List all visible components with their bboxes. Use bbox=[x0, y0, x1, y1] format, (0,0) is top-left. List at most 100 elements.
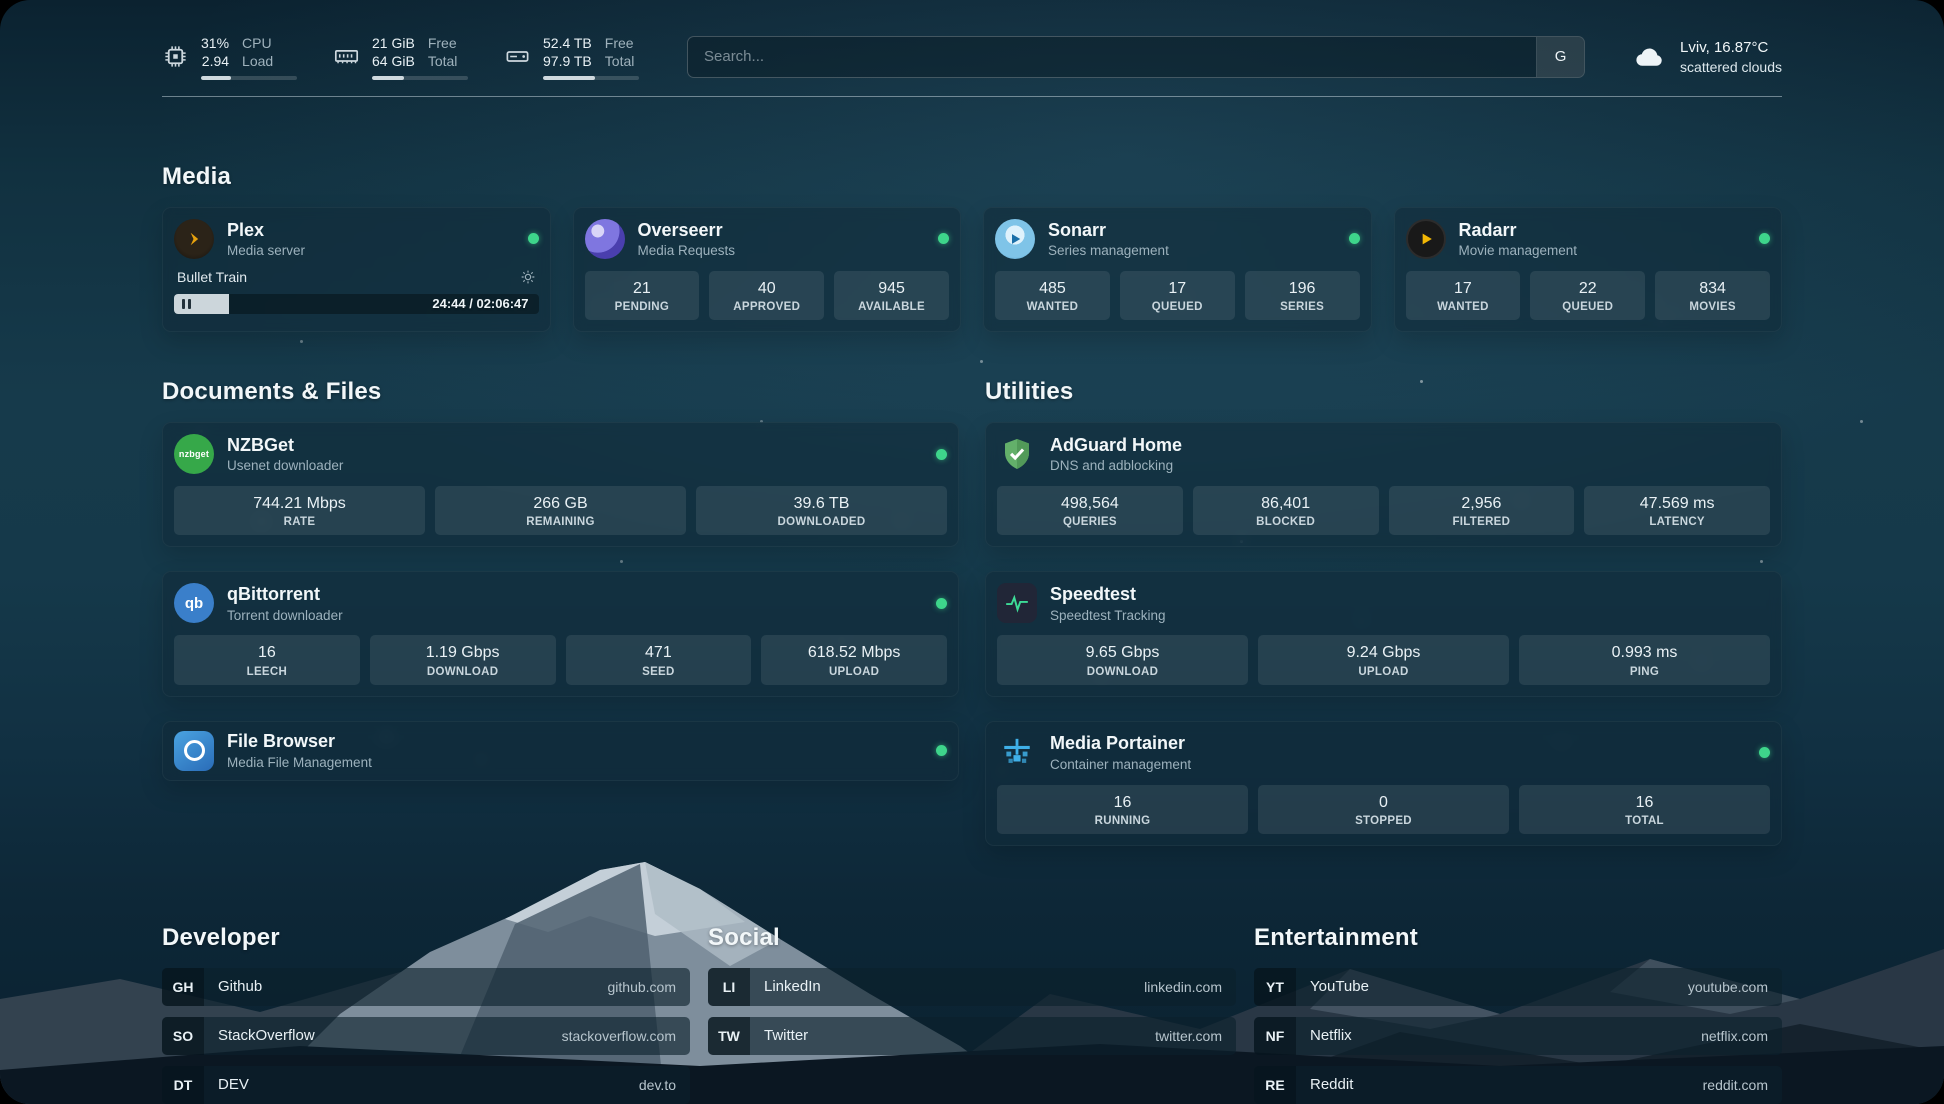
service-card-sonarr[interactable]: Sonarr Series management 485 WANTED 17 Q… bbox=[983, 207, 1372, 332]
stat-box: 47.569 ms LATENCY bbox=[1584, 486, 1770, 535]
stat-label: LATENCY bbox=[1586, 516, 1768, 528]
memory-usage-bar bbox=[372, 76, 468, 80]
dashboard-screen: 31% 2.94 CPU Load bbox=[0, 0, 1944, 1104]
search-input[interactable] bbox=[688, 37, 1536, 77]
system-monitors: 31% 2.94 CPU Load bbox=[162, 34, 639, 80]
service-card-adguard[interactable]: AdGuard Home DNS and adblocking 498,564 … bbox=[985, 422, 1782, 547]
section-documents: Documents & Files nzbget NZBGet Usenet d… bbox=[162, 378, 959, 846]
service-card-qbittorrent[interactable]: qb qBittorrent Torrent downloader 16 LEE… bbox=[162, 571, 959, 696]
service-title: Overseerr bbox=[638, 220, 736, 241]
stat-box: 17 WANTED bbox=[1406, 271, 1521, 320]
stat-value: 2,956 bbox=[1391, 494, 1573, 513]
stat-box: 9.65 Gbps DOWNLOAD bbox=[997, 635, 1248, 684]
overseerr-icon bbox=[585, 219, 625, 259]
stat-value: 471 bbox=[568, 643, 750, 662]
section-entertainment: Entertainment YT YouTube youtube.com NF … bbox=[1254, 924, 1782, 1104]
pause-icon[interactable] bbox=[182, 299, 191, 309]
topbar-divider bbox=[162, 96, 1782, 97]
stat-label: AVAILABLE bbox=[836, 301, 947, 313]
stat-box: 40 APPROVED bbox=[709, 271, 824, 320]
service-card-radarr[interactable]: Radarr Movie management 17 WANTED 22 QUE… bbox=[1394, 207, 1783, 332]
section-title-entertainment: Entertainment bbox=[1254, 924, 1782, 952]
bookmark-row-netflix[interactable]: NF Netflix netflix.com bbox=[1254, 1017, 1782, 1055]
stat-label: UPLOAD bbox=[763, 666, 945, 678]
bookmark-row-youtube[interactable]: YT YouTube youtube.com bbox=[1254, 968, 1782, 1006]
twitter-icon: TW bbox=[708, 1017, 750, 1055]
stat-label: QUERIES bbox=[999, 516, 1181, 528]
bookmark-row-twitter[interactable]: TW Twitter twitter.com bbox=[708, 1017, 1236, 1055]
section-title-utilities: Utilities bbox=[985, 378, 1782, 406]
section-utilities: Utilities AdGuard Home bbox=[985, 378, 1782, 846]
reddit-icon: RE bbox=[1254, 1066, 1296, 1104]
stat-value: 40 bbox=[711, 279, 822, 298]
memory-total-value: 64 GiB bbox=[372, 52, 415, 70]
bookmark-row-github[interactable]: GH Github github.com bbox=[162, 968, 690, 1006]
radarr-icon bbox=[1406, 219, 1446, 259]
disk-total-label: Total bbox=[605, 52, 635, 70]
stat-label: STOPPED bbox=[1260, 815, 1507, 827]
stat-label: QUEUED bbox=[1122, 301, 1233, 313]
service-card-filebrowser[interactable]: File Browser Media File Management bbox=[162, 721, 959, 781]
bookmark-url: netflix.com bbox=[1701, 1028, 1768, 1044]
stat-box: 471 SEED bbox=[566, 635, 752, 684]
bookmark-row-linkedin[interactable]: LI LinkedIn linkedin.com bbox=[708, 968, 1236, 1006]
qbittorrent-icon: qb bbox=[174, 583, 214, 623]
bookmark-row-reddit[interactable]: RE Reddit reddit.com bbox=[1254, 1066, 1782, 1104]
bookmark-name: Netflix bbox=[1310, 1027, 1352, 1044]
bookmark-url: linkedin.com bbox=[1144, 979, 1222, 995]
bookmark-name: DEV bbox=[218, 1076, 249, 1093]
memory-total-label: Total bbox=[428, 52, 458, 70]
service-card-plex[interactable]: Plex Media server Bullet Train bbox=[162, 207, 551, 332]
disk-free-value: 52.4 TB bbox=[543, 34, 592, 52]
weather-widget: Lviv, 16.87°C scattered clouds bbox=[1633, 38, 1782, 76]
bookmark-url: stackoverflow.com bbox=[562, 1028, 676, 1044]
stat-box: 9.24 Gbps UPLOAD bbox=[1258, 635, 1509, 684]
stat-label: LEECH bbox=[176, 666, 358, 678]
cpu-icon bbox=[162, 43, 189, 70]
service-subtitle: Container management bbox=[1050, 757, 1191, 772]
stat-box: 22 QUEUED bbox=[1530, 271, 1645, 320]
stat-label: REMAINING bbox=[437, 516, 684, 528]
status-dot bbox=[1349, 233, 1360, 244]
stat-label: DOWNLOAD bbox=[372, 666, 554, 678]
stat-value: 86,401 bbox=[1195, 494, 1377, 513]
bookmark-row-stackoverflow[interactable]: SO StackOverflow stackoverflow.com bbox=[162, 1017, 690, 1055]
stat-label: FILTERED bbox=[1391, 516, 1573, 528]
service-card-nzbget[interactable]: nzbget NZBGet Usenet downloader 744.21 M… bbox=[162, 422, 959, 547]
stat-box: 834 MOVIES bbox=[1655, 271, 1770, 320]
section-developer: Developer GH Github github.com SO StackO… bbox=[162, 924, 690, 1104]
bookmark-url: youtube.com bbox=[1688, 979, 1768, 995]
netflix-icon: NF bbox=[1254, 1017, 1296, 1055]
bookmark-name: LinkedIn bbox=[764, 978, 821, 995]
stat-label: WANTED bbox=[1408, 301, 1519, 313]
service-title: AdGuard Home bbox=[1050, 435, 1182, 456]
memory-monitor: 21 GiB 64 GiB Free Total bbox=[333, 34, 468, 80]
stat-label: TOTAL bbox=[1521, 815, 1768, 827]
youtube-icon: YT bbox=[1254, 968, 1296, 1006]
stat-value: 1.19 Gbps bbox=[372, 643, 554, 662]
stat-label: RUNNING bbox=[999, 815, 1246, 827]
status-dot bbox=[936, 598, 947, 609]
disk-free-label: Free bbox=[605, 34, 635, 52]
bookmark-url: twitter.com bbox=[1155, 1028, 1222, 1044]
stat-value: 17 bbox=[1408, 279, 1519, 298]
stat-box: 485 WANTED bbox=[995, 271, 1110, 320]
stat-value: 9.65 Gbps bbox=[999, 643, 1246, 662]
speedtest-icon bbox=[997, 583, 1037, 623]
hdd-icon bbox=[504, 43, 531, 70]
gear-icon[interactable] bbox=[520, 269, 536, 285]
disk-total-value: 97.9 TB bbox=[543, 52, 592, 70]
disk-usage-bar bbox=[543, 76, 639, 80]
memory-free-label: Free bbox=[428, 34, 458, 52]
search-provider-button[interactable]: G bbox=[1536, 37, 1584, 77]
stat-box: 39.6 TB DOWNLOADED bbox=[696, 486, 947, 535]
nzbget-icon: nzbget bbox=[174, 434, 214, 474]
service-card-speedtest[interactable]: Speedtest Speedtest Tracking 9.65 Gbps D… bbox=[985, 571, 1782, 696]
stat-label: RATE bbox=[176, 516, 423, 528]
service-card-overseerr[interactable]: Overseerr Media Requests 21 PENDING 40 A… bbox=[573, 207, 962, 332]
service-card-portainer[interactable]: Media Portainer Container management 16 … bbox=[985, 721, 1782, 846]
bookmark-row-dev[interactable]: DT DEV dev.to bbox=[162, 1066, 690, 1104]
weather-condition: scattered clouds bbox=[1680, 58, 1782, 76]
now-playing-title: Bullet Train bbox=[177, 269, 247, 285]
stat-value: 9.24 Gbps bbox=[1260, 643, 1507, 662]
